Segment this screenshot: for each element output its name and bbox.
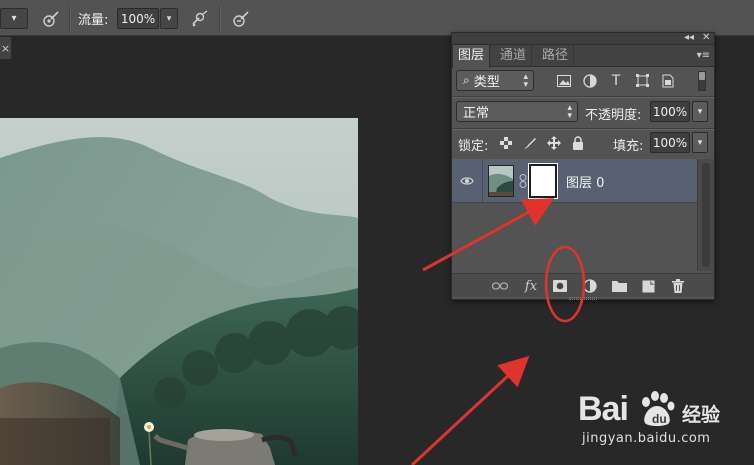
fill-dropdown[interactable]: ▾ xyxy=(692,132,708,153)
shape-filter-icon[interactable] xyxy=(633,70,651,91)
canvas-photo[interactable] xyxy=(0,118,358,465)
lock-position-icon[interactable] xyxy=(546,132,562,153)
tab-paths[interactable]: 路径 xyxy=(537,45,575,67)
panel-footer: fx xyxy=(452,273,714,297)
trash-icon[interactable] xyxy=(668,276,688,296)
lock-transparent-pixels-icon[interactable] xyxy=(498,132,514,153)
layers-panel: ◂◂ ✕ 图层 通道 路径 ▾≡ ⌕ 类型 ▴ ▾ T 正常 ▴ ▾ 不透明度:… xyxy=(451,32,715,300)
tablet-pressure-size-icon[interactable] xyxy=(230,8,252,29)
type-filter-icon[interactable]: T xyxy=(607,70,625,91)
filter-kind-label: 类型 xyxy=(473,75,500,90)
fill-input[interactable]: 100% xyxy=(650,132,690,153)
baidu-paw-icon: du xyxy=(642,391,675,426)
panel-tabs: 图层 通道 路径 ▾≡ xyxy=(452,45,714,68)
watermark-url: jingyan.baidu.com xyxy=(582,431,711,446)
tab-layers[interactable]: 图层 xyxy=(452,45,491,68)
watermark-brand: Bai xyxy=(578,390,629,428)
close-panel-button[interactable]: ✕ xyxy=(702,32,710,44)
opacity-dropdown[interactable]: ▾ xyxy=(692,101,708,122)
lock-image-pixels-icon[interactable] xyxy=(522,132,538,153)
fx-icon[interactable]: fx xyxy=(521,276,541,296)
flow-dropdown[interactable]: ▾ xyxy=(160,8,178,29)
panel-titlebar[interactable]: ◂◂ ✕ xyxy=(452,32,714,45)
mask-link-icon[interactable] xyxy=(518,173,528,189)
tool-preset-dropdown[interactable]: ▾ xyxy=(0,8,28,29)
document-tab-close[interactable]: × xyxy=(0,37,12,59)
smart-object-filter-icon[interactable] xyxy=(659,70,677,91)
add-mask-icon[interactable] xyxy=(550,276,570,296)
link-layers-icon[interactable] xyxy=(490,276,510,296)
search-icon: ⌕ xyxy=(463,73,470,87)
flow-label: 流量: xyxy=(78,13,109,28)
layer-name: 图层 0 xyxy=(566,176,605,191)
layer-thumbnail[interactable] xyxy=(488,165,514,197)
image-filter-icon[interactable] xyxy=(555,70,573,91)
filter-toggle-switch[interactable] xyxy=(696,70,708,91)
watermark-suffix: 经验 xyxy=(682,404,721,426)
group-folder-icon[interactable] xyxy=(609,276,629,296)
panel-menu-icon[interactable]: ▾≡ xyxy=(697,50,710,61)
layer-mask-thumbnail[interactable] xyxy=(528,163,558,199)
opacity-label: 不透明度: xyxy=(585,108,642,123)
new-layer-icon[interactable] xyxy=(638,276,658,296)
eye-visibility-icon[interactable] xyxy=(458,172,476,190)
airbrush-icon[interactable] xyxy=(189,8,211,29)
options-bar: ▾ 流量: 100% ▾ xyxy=(0,0,754,36)
flow-input[interactable]: 100% xyxy=(117,8,159,29)
airbrush-pressure-icon[interactable] xyxy=(40,8,62,29)
svg-text:du: du xyxy=(652,412,667,426)
adjustment-filter-icon[interactable] xyxy=(581,70,599,91)
tab-channels[interactable]: 通道 xyxy=(495,45,533,67)
lock-label: 锁定: xyxy=(458,139,489,154)
panel-resize-grip[interactable] xyxy=(569,297,597,300)
baidu-jingyan-watermark: Bai du 经验 jingyan.baidu.com xyxy=(574,388,752,460)
adjustment-layer-icon[interactable] xyxy=(580,276,600,296)
filter-kind-select[interactable]: ⌕ 类型 ▴ ▾ xyxy=(456,70,534,91)
blend-mode-value: 正常 xyxy=(463,106,490,121)
collapse-panel-button[interactable]: ◂◂ xyxy=(684,32,694,44)
layers-list: 图层 0 xyxy=(452,159,698,271)
lock-all-icon[interactable] xyxy=(570,132,586,153)
blend-mode-select[interactable]: 正常 ▴ ▾ xyxy=(456,101,578,122)
fill-label: 填充: xyxy=(613,139,644,154)
layers-scrollbar[interactable] xyxy=(697,159,714,271)
opacity-input[interactable]: 100% xyxy=(650,101,690,122)
layer-row[interactable]: 图层 0 xyxy=(452,159,698,203)
